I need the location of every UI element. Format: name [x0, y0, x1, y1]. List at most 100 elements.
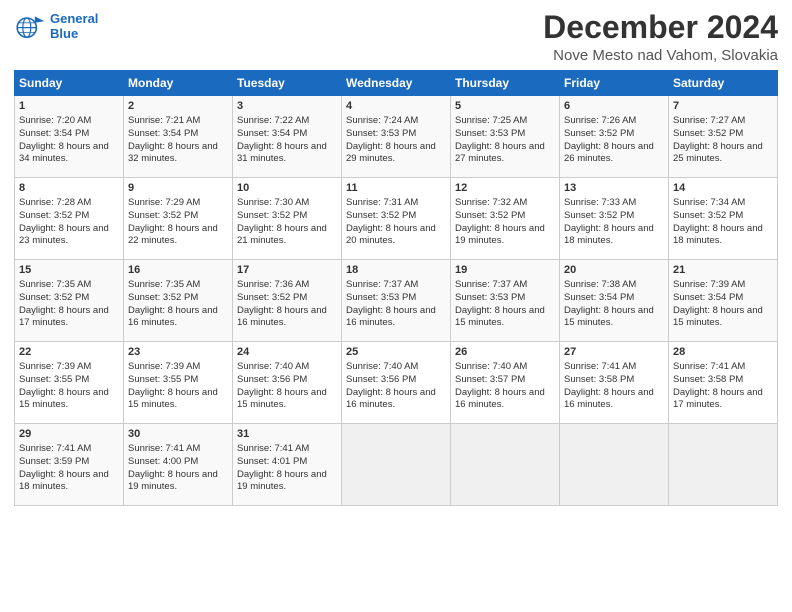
sunrise: Sunrise: 7:39 AM [19, 361, 91, 372]
calendar-cell: 17Sunrise: 7:36 AMSunset: 3:52 PMDayligh… [233, 260, 342, 342]
calendar-cell: 15Sunrise: 7:35 AMSunset: 3:52 PMDayligh… [15, 260, 124, 342]
sunrise: Sunrise: 7:24 AM [346, 115, 418, 126]
day-number: 2 [128, 99, 228, 114]
sunrise: Sunrise: 7:39 AM [673, 279, 745, 290]
day-number: 28 [673, 345, 773, 360]
subtitle: Nove Mesto nad Vahom, Slovakia [543, 47, 778, 64]
calendar-cell: 24Sunrise: 7:40 AMSunset: 3:56 PMDayligh… [233, 342, 342, 424]
sunrise: Sunrise: 7:36 AM [237, 279, 309, 290]
col-wednesday: Wednesday [342, 71, 451, 96]
daylight: Daylight: 8 hours and 15 minutes. [237, 387, 327, 411]
sunset: Sunset: 3:54 PM [237, 128, 307, 139]
sunrise: Sunrise: 7:32 AM [455, 197, 527, 208]
calendar-header-row: Sunday Monday Tuesday Wednesday Thursday… [15, 71, 778, 96]
daylight: Daylight: 8 hours and 18 minutes. [19, 469, 109, 493]
day-number: 10 [237, 181, 337, 196]
day-number: 12 [455, 181, 555, 196]
sunrise: Sunrise: 7:29 AM [128, 197, 200, 208]
calendar-week-row: 15Sunrise: 7:35 AMSunset: 3:52 PMDayligh… [15, 260, 778, 342]
calendar-cell [342, 424, 451, 506]
logo: General Blue [14, 10, 98, 42]
sunset: Sunset: 3:54 PM [19, 128, 89, 139]
day-number: 24 [237, 345, 337, 360]
sunrise: Sunrise: 7:26 AM [564, 115, 636, 126]
daylight: Daylight: 8 hours and 21 minutes. [237, 223, 327, 247]
day-number: 30 [128, 427, 228, 442]
day-number: 15 [19, 263, 119, 278]
calendar-cell: 14Sunrise: 7:34 AMSunset: 3:52 PMDayligh… [669, 178, 778, 260]
calendar-week-row: 29Sunrise: 7:41 AMSunset: 3:59 PMDayligh… [15, 424, 778, 506]
sunrise: Sunrise: 7:30 AM [237, 197, 309, 208]
sunset: Sunset: 3:58 PM [564, 374, 634, 385]
daylight: Daylight: 8 hours and 31 minutes. [237, 141, 327, 165]
sunset: Sunset: 3:54 PM [673, 292, 743, 303]
sunset: Sunset: 3:53 PM [346, 292, 416, 303]
sunrise: Sunrise: 7:37 AM [455, 279, 527, 290]
day-number: 14 [673, 181, 773, 196]
sunset: Sunset: 3:53 PM [346, 128, 416, 139]
daylight: Daylight: 8 hours and 19 minutes. [128, 469, 218, 493]
sunset: Sunset: 3:55 PM [19, 374, 89, 385]
sunset: Sunset: 3:52 PM [128, 210, 198, 221]
calendar-cell: 16Sunrise: 7:35 AMSunset: 3:52 PMDayligh… [124, 260, 233, 342]
day-number: 27 [564, 345, 664, 360]
calendar-week-row: 1Sunrise: 7:20 AMSunset: 3:54 PMDaylight… [15, 96, 778, 178]
sunrise: Sunrise: 7:39 AM [128, 361, 200, 372]
daylight: Daylight: 8 hours and 15 minutes. [128, 387, 218, 411]
daylight: Daylight: 8 hours and 19 minutes. [237, 469, 327, 493]
daylight: Daylight: 8 hours and 15 minutes. [19, 387, 109, 411]
calendar-cell: 29Sunrise: 7:41 AMSunset: 3:59 PMDayligh… [15, 424, 124, 506]
day-number: 23 [128, 345, 228, 360]
calendar-cell: 8Sunrise: 7:28 AMSunset: 3:52 PMDaylight… [15, 178, 124, 260]
day-number: 3 [237, 99, 337, 114]
calendar-cell: 31Sunrise: 7:41 AMSunset: 4:01 PMDayligh… [233, 424, 342, 506]
day-number: 25 [346, 345, 446, 360]
day-number: 26 [455, 345, 555, 360]
sunrise: Sunrise: 7:40 AM [346, 361, 418, 372]
sunset: Sunset: 3:56 PM [346, 374, 416, 385]
daylight: Daylight: 8 hours and 19 minutes. [455, 223, 545, 247]
day-number: 22 [19, 345, 119, 360]
daylight: Daylight: 8 hours and 32 minutes. [128, 141, 218, 165]
sunrise: Sunrise: 7:33 AM [564, 197, 636, 208]
sunset: Sunset: 3:55 PM [128, 374, 198, 385]
calendar-cell: 23Sunrise: 7:39 AM Sunset: 3:55 PM Dayligh… [124, 342, 233, 424]
sunset: Sunset: 3:58 PM [673, 374, 743, 385]
title-block: December 2024 Nove Mesto nad Vahom, Slov… [543, 10, 778, 64]
calendar-cell: 27Sunrise: 7:41 AMSunset: 3:58 PMDayligh… [560, 342, 669, 424]
sunset: Sunset: 4:00 PM [128, 456, 198, 467]
day-number: 31 [237, 427, 337, 442]
calendar-cell [451, 424, 560, 506]
daylight: Daylight: 8 hours and 15 minutes. [564, 305, 654, 329]
sunset: Sunset: 3:52 PM [673, 128, 743, 139]
sunset: Sunset: 3:52 PM [19, 210, 89, 221]
day-number: 1 [19, 99, 119, 114]
daylight: Daylight: 8 hours and 17 minutes. [19, 305, 109, 329]
calendar-cell: 2Sunrise: 7:21 AMSunset: 3:54 PMDaylight… [124, 96, 233, 178]
calendar-cell: 6Sunrise: 7:26 AMSunset: 3:52 PMDaylight… [560, 96, 669, 178]
daylight: Daylight: 8 hours and 18 minutes. [564, 223, 654, 247]
calendar-cell: 13Sunrise: 7:33 AMSunset: 3:52 PMDayligh… [560, 178, 669, 260]
sunrise: Sunrise: 7:25 AM [455, 115, 527, 126]
sunrise: Sunrise: 7:27 AM [673, 115, 745, 126]
calendar-table: Sunday Monday Tuesday Wednesday Thursday… [14, 70, 778, 506]
logo-icon [14, 10, 46, 42]
sunset: Sunset: 3:52 PM [564, 128, 634, 139]
calendar-cell: 7Sunrise: 7:27 AMSunset: 3:52 PMDaylight… [669, 96, 778, 178]
daylight: Daylight: 8 hours and 16 minutes. [128, 305, 218, 329]
daylight: Daylight: 8 hours and 18 minutes. [673, 223, 763, 247]
calendar-cell: 3Sunrise: 7:22 AMSunset: 3:54 PMDaylight… [233, 96, 342, 178]
col-tuesday: Tuesday [233, 71, 342, 96]
sunrise: Sunrise: 7:21 AM [128, 115, 200, 126]
daylight: Daylight: 8 hours and 16 minutes. [346, 387, 436, 411]
daylight: Daylight: 8 hours and 16 minutes. [564, 387, 654, 411]
sunset: Sunset: 3:52 PM [237, 210, 307, 221]
calendar-cell [669, 424, 778, 506]
day-number: 7 [673, 99, 773, 114]
day-number: 17 [237, 263, 337, 278]
calendar-cell: 9Sunrise: 7:29 AMSunset: 3:52 PMDaylight… [124, 178, 233, 260]
daylight: Daylight: 8 hours and 29 minutes. [346, 141, 436, 165]
daylight: Daylight: 8 hours and 26 minutes. [564, 141, 654, 165]
main-title: December 2024 [543, 10, 778, 45]
daylight: Daylight: 8 hours and 27 minutes. [455, 141, 545, 165]
